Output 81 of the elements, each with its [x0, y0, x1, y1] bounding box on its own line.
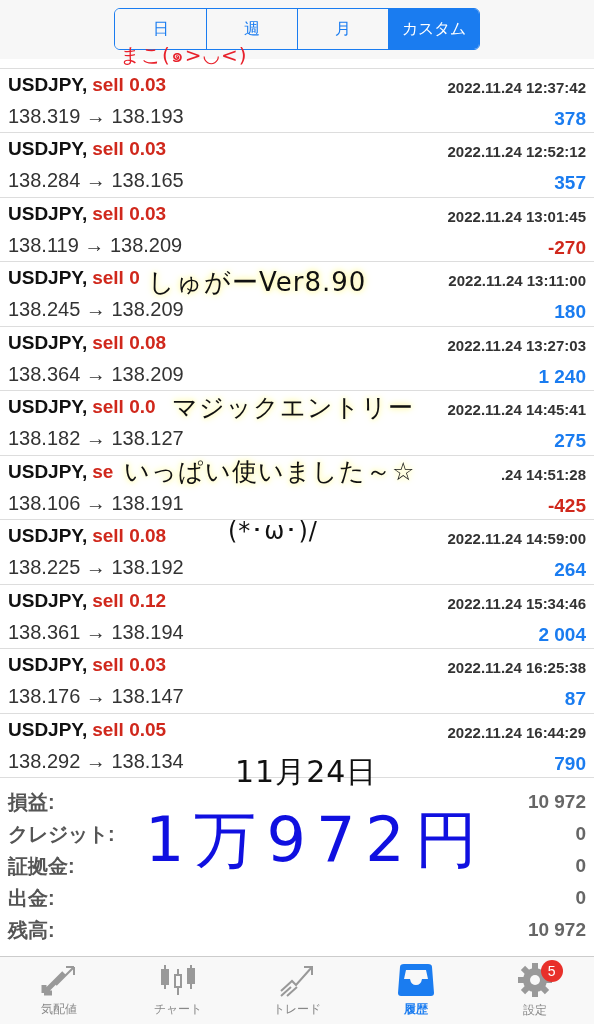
price-range: 138.361 → 138.194: [8, 620, 184, 645]
summary-label: 損益:: [8, 789, 55, 815]
symbol-text: USDJPY,: [8, 525, 88, 548]
summary-label: クレジット:: [8, 821, 115, 847]
order-type-text: sell 0.03: [92, 654, 167, 677]
order-type-text: sell 0.08: [92, 331, 167, 354]
order-type-text: sell 0.03: [92, 73, 167, 96]
symbol-text: USDJPY,: [8, 267, 88, 290]
deal-time: 2022.11.24 15:34:46: [447, 594, 586, 612]
tab-bar-item[interactable]: 設定 5: [475, 957, 594, 1024]
summary-value: 10 972: [527, 919, 586, 942]
profit-value: -425: [547, 494, 586, 517]
notification-badge: 5: [540, 960, 563, 983]
summary-label: 証拠金:: [8, 853, 75, 879]
price-range: 138.119 → 138.209: [8, 233, 183, 258]
handwritten-note: (*･ω･)/: [228, 518, 318, 543]
symbol-text: USDJPY,: [8, 460, 88, 483]
order-type-text: sell 0.0: [92, 396, 156, 419]
order-type-text: sell 0.03: [92, 202, 167, 225]
symbol-text: USDJPY,: [8, 138, 88, 161]
deal-time: 2022.11.24 16:44:29: [447, 723, 586, 741]
tab-bar-item[interactable]: トレード: [237, 957, 357, 1024]
profit-value: 357: [554, 172, 586, 195]
summary-value: 0: [575, 855, 586, 878]
deal-time: 2022.11.24 16:25:38: [447, 659, 586, 677]
deal-time: .24 14:51:28: [500, 465, 586, 483]
order-type-text: sell 0.08: [92, 525, 167, 548]
tab-bar-item[interactable]: 気配値: [0, 957, 119, 1024]
profit-value: 1 240: [538, 365, 586, 388]
deal-time: 2022.11.24 13:01:45: [447, 207, 586, 225]
price-range: 138.319 → 138.193: [8, 104, 184, 129]
profit-value: 2 004: [538, 623, 586, 646]
deal-time: 2022.11.24 13:27:03: [447, 336, 586, 354]
profit-value: -270: [547, 236, 586, 259]
inbox-tray-icon: [395, 963, 436, 998]
price-range: 138.225 → 138.192: [8, 556, 184, 581]
symbol-text: USDJPY,: [8, 396, 88, 419]
trend-arrow-icon: [278, 963, 316, 998]
order-type-text: se: [92, 460, 114, 483]
summary-label: 残高:: [8, 917, 55, 943]
symbol-text: USDJPY,: [8, 331, 88, 354]
profit-value: 790: [554, 752, 586, 775]
profit-value: 378: [554, 107, 586, 130]
handwritten-note: いっぱい使いました～☆: [124, 458, 416, 484]
price-range: 138.364 → 138.209: [8, 362, 184, 387]
handwritten-note: 1万972円: [145, 808, 487, 871]
handwritten-note: マジックエントリー: [172, 394, 414, 420]
summary-value: 0: [575, 823, 586, 846]
symbol-text: USDJPY,: [8, 589, 88, 612]
order-type-text: sell 0.12: [92, 589, 167, 612]
order-type-text: sell 0.05: [92, 718, 167, 741]
price-range: 138.176 → 138.147: [8, 685, 184, 710]
price-range: 138.182 → 138.127: [8, 427, 184, 452]
price-range: 138.284 → 138.165: [8, 169, 184, 194]
deal-time: 2022.11.24 12:37:42: [447, 78, 586, 96]
period-tab[interactable]: カスタム: [388, 9, 479, 49]
price-range: 138.245 → 138.209: [8, 298, 184, 323]
symbol-text: USDJPY,: [8, 718, 88, 741]
summary-label: 出金:: [8, 885, 55, 911]
deal-time: 2022.11.24 13:11:00: [448, 272, 586, 290]
deal-time: 2022.11.24 14:59:00: [447, 530, 586, 548]
handwritten-note: しゅがーVer8.90: [148, 268, 367, 295]
deal-time: 2022.11.24 12:52:12: [447, 143, 586, 161]
profit-value: 180: [554, 301, 586, 324]
tab-bar-item[interactable]: 履歴: [356, 957, 476, 1024]
deal-time: 2022.11.24 14:45:41: [447, 401, 586, 419]
price-range: 138.106 → 138.191: [8, 491, 184, 516]
symbol-text: USDJPY,: [8, 654, 88, 677]
order-type-text: sell 0: [92, 267, 140, 290]
tab-bar-item[interactable]: チャート: [118, 957, 238, 1024]
symbol-text: USDJPY,: [8, 202, 88, 225]
profit-value: 87: [564, 688, 586, 711]
summary-value: 10 972: [527, 791, 586, 814]
price-range: 138.292 → 138.134: [8, 749, 184, 774]
candlestick-icon: [159, 963, 198, 998]
handwritten-note: 11月24日: [235, 756, 378, 787]
symbol-text: USDJPY,: [8, 73, 88, 96]
profit-value: 275: [554, 430, 586, 453]
profit-value: 264: [554, 559, 586, 582]
summary-value: 0: [575, 887, 586, 910]
order-type-text: sell 0.03: [92, 138, 167, 161]
